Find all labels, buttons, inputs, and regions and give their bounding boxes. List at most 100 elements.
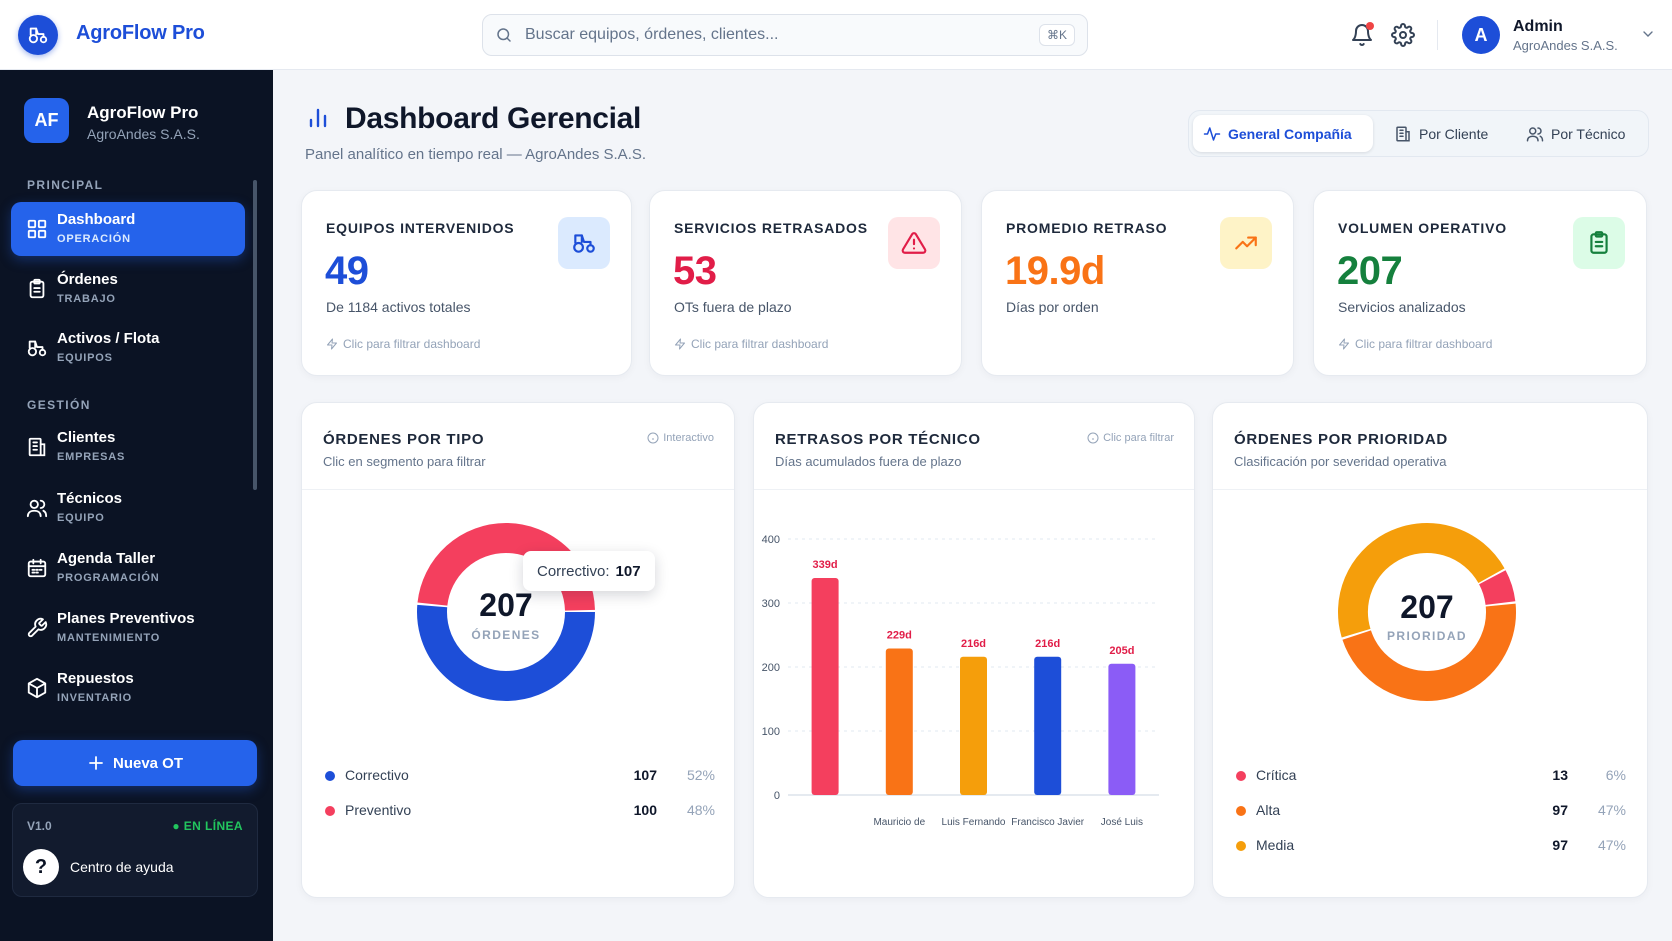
kpi-filter-link[interactable]: Clic para filtrar dashboard	[326, 337, 480, 351]
info-icon	[1087, 432, 1099, 444]
kpi-filter-label: Clic para filtrar dashboard	[691, 337, 829, 351]
tab-por-tecnico[interactable]: Por Técnico	[1516, 115, 1644, 152]
kpi-badge	[888, 217, 940, 269]
kpi-card-volumen[interactable]: VOLUMEN OPERATIVO 207 Servicios analizad…	[1313, 190, 1647, 376]
sidebar-item-planes[interactable]: Planes Preventivos MANTENIMIENTO	[11, 601, 245, 655]
user-org: AgroAndes S.A.S.	[1513, 38, 1618, 53]
kpi-filter-label: Clic para filtrar dashboard	[343, 337, 481, 351]
search-input[interactable]	[525, 26, 1039, 44]
sidebar-scrollbar[interactable]	[253, 180, 257, 490]
wrench-icon	[27, 617, 48, 638]
kpi-title: PROMEDIO RETRASO	[1006, 220, 1168, 236]
sidebar-item-sublabel: EQUIPO	[57, 512, 105, 524]
kpi-filter-link[interactable]: Clic para filtrar dashboard	[1338, 337, 1492, 351]
kpi-card-retrasados[interactable]: SERVICIOS RETRASADOS 53 OTs fuera de pla…	[649, 190, 962, 376]
grid-icon	[27, 219, 47, 239]
legend-percent: 47%	[1597, 802, 1626, 818]
brand-logo[interactable]	[18, 15, 58, 55]
kpi-badge	[1573, 217, 1625, 269]
tab-general[interactable]: General Compañía	[1193, 115, 1373, 152]
x-tick-label: Mauricio de	[873, 817, 925, 828]
chart-title: RETRASOS POR TÉCNICO	[775, 431, 981, 448]
sidebar-section-gestion: GESTIÓN	[27, 398, 91, 412]
page-title: Dashboard Gerencial	[345, 102, 642, 135]
help-icon[interactable]: ?	[23, 849, 59, 885]
sidebar-item-agenda[interactable]: Agenda Taller PROGRAMACIÓN	[11, 541, 245, 595]
legend-item-alta[interactable]: Alta 97 47%	[1236, 801, 1626, 821]
tooltip-label: Correctivo:	[537, 562, 610, 580]
donut-chart-tipo[interactable]: 207 ÓRDENES	[302, 489, 736, 779]
chart-subtitle: Clasificación por severidad operativa	[1234, 454, 1447, 469]
legend-name: Crítica	[1256, 767, 1297, 783]
legend-swatch	[1236, 841, 1246, 851]
sidebar-logo: AF	[24, 98, 69, 143]
donut-center-value: 207	[1400, 589, 1453, 625]
bar[interactable]	[811, 578, 839, 795]
version-label: V1.0	[27, 819, 52, 833]
new-order-button[interactable]: Nueva OT	[13, 740, 257, 786]
bar-chart-retrasos[interactable]: 0 100 200 300 400 339d 229d Mauricio de 216d Luis…	[754, 489, 1196, 889]
kpi-card-equipos[interactable]: EQUIPOS INTERVENIDOS 49 De 1184 activos …	[301, 190, 632, 376]
sidebar-item-sublabel: TRABAJO	[57, 293, 116, 305]
bar[interactable]	[960, 656, 987, 795]
brand-name[interactable]: AgroFlow Pro	[76, 22, 205, 45]
legend-name: Preventivo	[345, 802, 412, 818]
donut-chart-prioridad[interactable]: 207 PRIORIDAD	[1213, 489, 1649, 779]
legend-name: Alta	[1256, 802, 1281, 818]
sidebar-item-ordenes[interactable]: Órdenes TRABAJO	[11, 262, 245, 316]
legend-name: Media	[1256, 837, 1295, 853]
users-icon	[1526, 126, 1544, 141]
bar-data-label: 216d	[961, 638, 986, 650]
user-name: Admin	[1513, 18, 1563, 35]
legend-swatch	[1236, 806, 1246, 816]
y-tick-label: 200	[762, 662, 780, 674]
user-menu[interactable]: A Admin AgroAndes S.A.S.	[1462, 14, 1662, 58]
help-link[interactable]: Centro de ayuda	[70, 859, 174, 875]
kpi-filter-link[interactable]: Clic para filtrar dashboard	[674, 337, 828, 351]
chart-card-retrasos: RETRASOS POR TÉCNICO Días acumulados fue…	[753, 402, 1195, 898]
chart-title: ÓRDENES POR TIPO	[323, 431, 485, 448]
sidebar-item-clientes[interactable]: Clientes EMPRESAS	[11, 420, 245, 474]
tab-por-cliente[interactable]: Por Cliente	[1384, 115, 1502, 152]
sidebar-org: AgroAndes S.A.S.	[87, 126, 200, 142]
sidebar-item-repuestos[interactable]: Repuestos INVENTARIO	[11, 661, 245, 715]
status-text: EN LÍNEA	[183, 819, 243, 833]
gear-icon[interactable]	[1391, 23, 1415, 47]
bar-data-label: 205d	[1109, 645, 1134, 657]
legend-item-media[interactable]: Media 97 47%	[1236, 836, 1626, 856]
legend-item-preventivo[interactable]: Preventivo 100 48%	[325, 801, 715, 821]
x-tick-label: José Luis	[1101, 817, 1143, 828]
sidebar-item-activos[interactable]: Activos / Flota EQUIPOS	[11, 321, 245, 375]
kpi-badge	[558, 217, 610, 269]
search-bar[interactable]: ⌘K	[482, 14, 1088, 56]
chart-hint-label: Clic para filtrar	[1103, 432, 1174, 444]
bar[interactable]	[1034, 656, 1062, 795]
kpi-title: EQUIPOS INTERVENIDOS	[326, 220, 515, 236]
kpi-description: Servicios analizados	[1338, 299, 1466, 315]
sidebar-item-label: Técnicos	[57, 490, 123, 507]
tractor-icon	[28, 27, 48, 44]
box-icon	[27, 677, 47, 699]
calendar-icon	[27, 558, 47, 578]
sidebar-item-label: Agenda Taller	[57, 550, 156, 567]
legend-percent: 47%	[1597, 837, 1626, 853]
chart-subtitle: Días acumulados fuera de plazo	[775, 454, 962, 469]
sidebar-item-label: Repuestos	[57, 670, 134, 687]
bar[interactable]	[885, 648, 913, 795]
chart-title: ÓRDENES POR PRIORIDAD	[1234, 431, 1448, 448]
kpi-description: De 1184 activos totales	[326, 299, 471, 315]
bar[interactable]	[1108, 663, 1136, 795]
sidebar-item-tecnicos[interactable]: Técnicos EQUIPO	[11, 481, 245, 535]
sidebar-item-sublabel: PROGRAMACIÓN	[57, 572, 160, 584]
topbar-divider	[1437, 20, 1438, 50]
page-subtitle: Panel analítico en tiempo real — AgroAnd…	[305, 146, 647, 163]
legend-item-correctivo[interactable]: Correctivo 107 52%	[325, 766, 715, 786]
chart-card-prioridad: ÓRDENES POR PRIORIDAD Clasificación por …	[1212, 402, 1648, 898]
donut-center-label: PRIORIDAD	[1387, 629, 1467, 643]
x-tick-label: Francisco Javier	[1011, 817, 1084, 828]
legend-item-critica[interactable]: Crítica 13 6%	[1236, 766, 1626, 786]
sidebar-item-dashboard[interactable]: Dashboard OPERACIÓN	[11, 202, 245, 256]
clipboard-check-icon	[1590, 231, 1608, 254]
sidebar-item-label: Clientes	[57, 429, 116, 446]
tab-label: Por Cliente	[1419, 125, 1489, 142]
